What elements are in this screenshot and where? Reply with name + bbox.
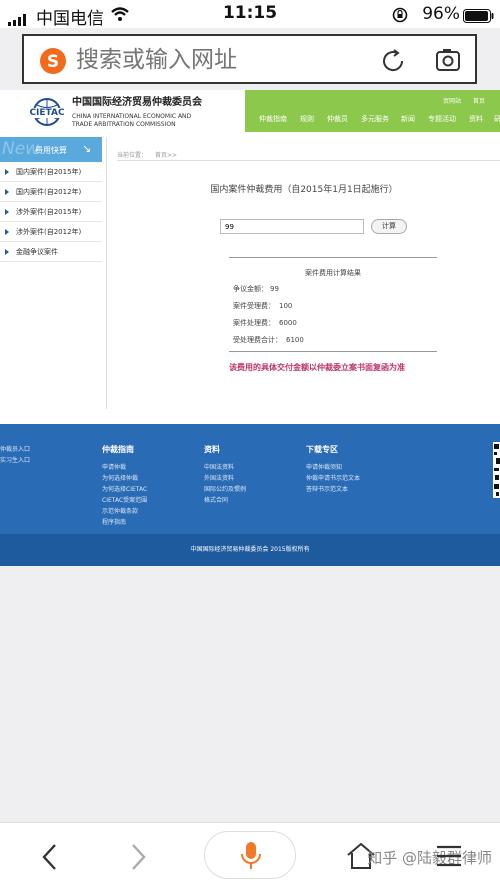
nav-item-events[interactable]: 专题活动 [428,114,456,124]
copyright-bar: 中国国际经济贸易仲裁委员会 2015版权所有 [0,534,500,566]
nav-item-news[interactable]: 新闻 [401,114,415,124]
footer-link-apply[interactable]: 申请仲裁 [102,462,126,471]
sidebar-header-bg-text: New [2,139,40,159]
status-bar: 中国电信 11:15 96% [0,0,500,29]
result-notice: 该费用的具体交付金额以仲裁委立案书面复函为准 [229,363,405,372]
cietac-logo[interactable]: CIETAC [25,96,69,136]
url-input[interactable] [76,46,376,73]
footer-link-scope[interactable]: CIETAC受案范围 [102,495,147,504]
nav-item-services[interactable]: 多元服务 [361,114,389,124]
breadcrumb-home[interactable]: 首页>> [155,152,177,159]
footer-link-chinese-law[interactable]: 中国法资料 [204,462,234,471]
main-nav: 贸网站 首页 仲裁指南 规则 仲裁员 多元服务 新闻 专题活动 资料 研 [245,90,500,132]
nav-item-materials[interactable]: 资料 [469,114,483,124]
sidebar-header: New 费用快算 ↘ [0,137,102,162]
footer-link-defense-template[interactable]: 答辩书示范文本 [306,484,348,493]
footer-link-model-clause[interactable]: 示范仲裁条款 [102,506,138,515]
url-bar[interactable]: S [22,34,477,84]
top-link-old-site[interactable]: 贸网站 [443,96,461,105]
menu-icon[interactable] [436,845,462,871]
sidebar-header-label: 费用快算 [35,146,67,155]
result-row-acceptance-fee: 案件受理费： 100 [233,302,293,310]
breadcrumb-label: 当前位置： [117,152,148,159]
rotation-lock-icon [392,7,408,27]
footer-link-procedure[interactable]: 程序指南 [102,517,126,526]
sidebar: New 费用快算 ↘ 国内案件(自2015年) 国内案件(自2012年) 涉外案… [0,137,102,262]
nav-item-arbitrators[interactable]: 仲裁员 [327,114,348,124]
qr-code-icon [493,442,500,502]
microphone-icon [239,841,263,875]
footer-link-notice[interactable]: 申请仲裁须知 [306,462,342,471]
logo-mark: CIETAC [29,108,65,118]
camera-icon[interactable] [435,47,461,77]
result-row-total: 受处理费合计： 6100 [233,336,304,344]
logo-en-line2: TRADE ARBITRATION COMMISSION [72,121,176,128]
calculate-button[interactable]: 计算 [371,219,407,234]
nav-item-rules[interactable]: 规则 [300,114,314,124]
nav-item-research[interactable]: 研 [494,114,500,124]
svg-text:S: S [47,52,59,72]
browser-toolbar: 知乎 @陆毅群律师 [0,822,500,889]
battery-icon [463,8,495,27]
result-row-handling-fee: 案件处理费： 6000 [233,319,297,327]
footer-col2-title: 资料 [204,445,220,454]
sidebar-item-foreign-2015[interactable]: 涉外案件(自2015年) [0,202,102,222]
forward-arrow-icon[interactable] [128,843,148,875]
sidebar-item-foreign-2012[interactable]: 涉外案件(自2012年) [0,222,102,242]
main-content: 当前位置： 首页>> 国内案件仲裁费用（自2015年1月1日起施行） 计算 案件… [106,137,500,409]
nav-item-guide[interactable]: 仲裁指南 [259,114,287,124]
voice-search-button[interactable] [204,831,296,879]
footer-col3-title: 下载专区 [306,445,338,454]
battery-percent: 96% [422,4,460,24]
search-engine-logo-icon: S [38,46,68,80]
sidebar-item-financial[interactable]: 金融争议案件 [0,242,102,262]
sidebar-item-domestic-2012[interactable]: 国内案件(自2012年) [0,182,102,202]
footer-col1-title: 仲裁指南 [102,445,134,454]
sidebar-item-domestic-2015[interactable]: 国内案件(自2015年) [0,162,102,182]
footer-link-why-cietac[interactable]: 为何选择CIETAC [102,484,147,493]
site-footer: 仲裁员入口 实习生入口 仲裁指南 申请仲裁 为何选择仲裁 为何选择CIETAC … [0,424,500,534]
back-arrow-icon[interactable] [40,843,60,875]
footer-link-why-arbitration[interactable]: 为何选择仲裁 [102,473,138,482]
footer-link-application-template[interactable]: 仲裁申请书示范文本 [306,473,360,482]
footer-link-arbitrator-portal[interactable]: 仲裁员入口 [0,444,30,453]
footer-link-intern-portal[interactable]: 实习生入口 [0,455,30,464]
arrow-down-right-icon: ↘ [82,142,92,155]
breadcrumb: 当前位置： 首页>> [117,150,177,159]
footer-link-contracts[interactable]: 格式合同 [204,495,228,504]
web-page: CIETAC 中国国际经济贸易仲裁委员会 CHINA INTERNATIONAL… [0,90,500,566]
top-link-home[interactable]: 首页 [473,96,485,105]
page-title: 国内案件仲裁费用（自2015年1月1日起施行） [210,185,398,195]
result-row-disputed: 争议金额： 99 [233,285,279,293]
result-title: 案件费用计算结果 [305,269,361,277]
footer-link-foreign-law[interactable]: 外国法资料 [204,473,234,482]
amount-input[interactable] [220,219,364,234]
reload-icon[interactable] [380,48,406,78]
watermark: 知乎 @陆毅群律师 [367,849,492,867]
footer-link-conventions[interactable]: 国际公约及惯例 [204,484,246,493]
logo-title: 中国国际经济贸易仲裁委员会 [72,97,202,108]
